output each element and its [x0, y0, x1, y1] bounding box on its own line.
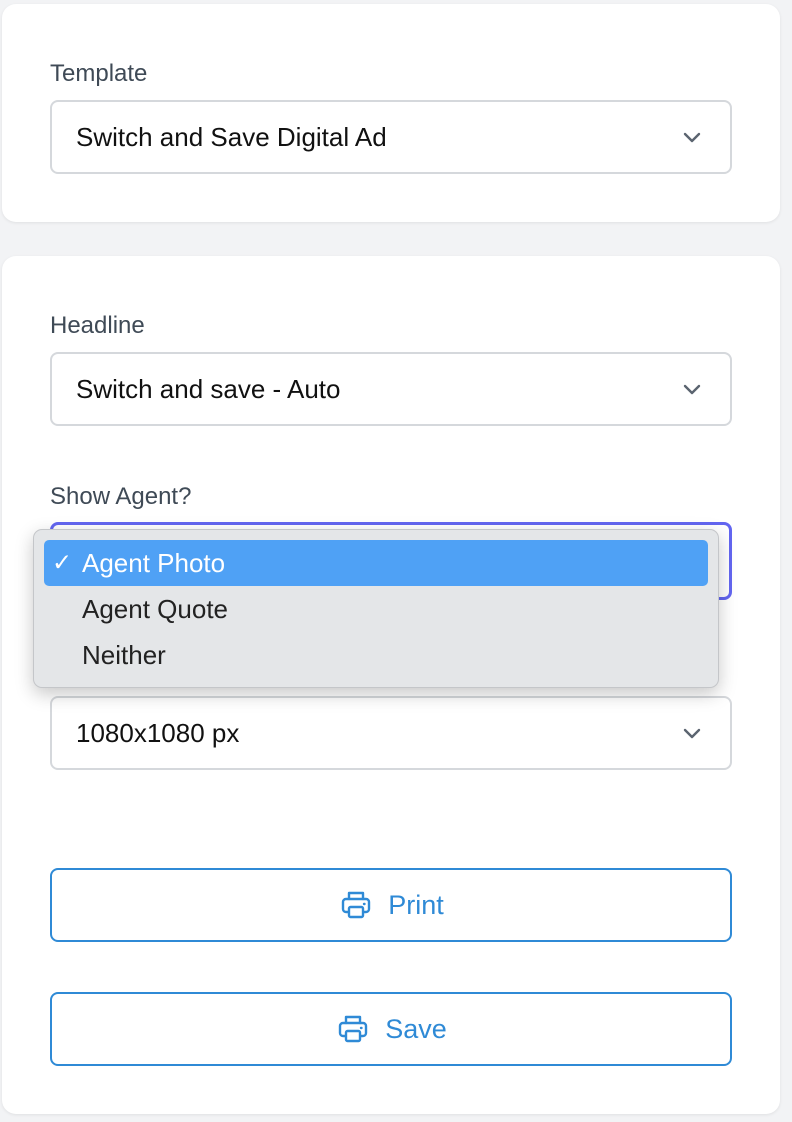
template-label: Template	[50, 60, 148, 87]
chevron-down-icon	[683, 132, 701, 143]
show-agent-dropdown-menu: ✓ Agent Photo Agent Quote Neither	[33, 529, 719, 688]
chevron-down-icon	[683, 384, 701, 395]
dropdown-option-label: Agent Photo	[82, 547, 226, 578]
dropdown-option-agent-quote[interactable]: Agent Quote	[44, 586, 708, 632]
print-button-label: Print	[388, 889, 444, 920]
size-select[interactable]: 1080x1080 px	[50, 696, 732, 770]
save-button-label: Save	[385, 1013, 447, 1044]
dropdown-option-neither[interactable]: Neither	[44, 632, 708, 678]
print-button[interactable]: Print	[50, 868, 732, 942]
dropdown-option-label: Neither	[82, 639, 166, 670]
template-select[interactable]: Switch and Save Digital Ad	[50, 100, 732, 174]
template-select-value: Switch and Save Digital Ad	[76, 121, 387, 152]
checkmark-icon: ✓	[52, 549, 73, 577]
dropdown-option-agent-photo[interactable]: ✓ Agent Photo	[44, 540, 708, 586]
size-select-value: 1080x1080 px	[76, 717, 240, 748]
chevron-down-icon	[683, 728, 701, 739]
save-button[interactable]: Save	[50, 992, 732, 1066]
printer-icon	[339, 1015, 368, 1043]
printer-icon	[342, 891, 371, 919]
dropdown-option-label: Agent Quote	[82, 593, 228, 624]
headline-select-value: Switch and save - Auto	[76, 373, 341, 404]
headline-label: Headline	[50, 312, 145, 339]
template-card: Template Switch and Save Digital Ad	[2, 4, 780, 222]
headline-select[interactable]: Switch and save - Auto	[50, 352, 732, 426]
show-agent-label: Show Agent?	[50, 483, 192, 510]
